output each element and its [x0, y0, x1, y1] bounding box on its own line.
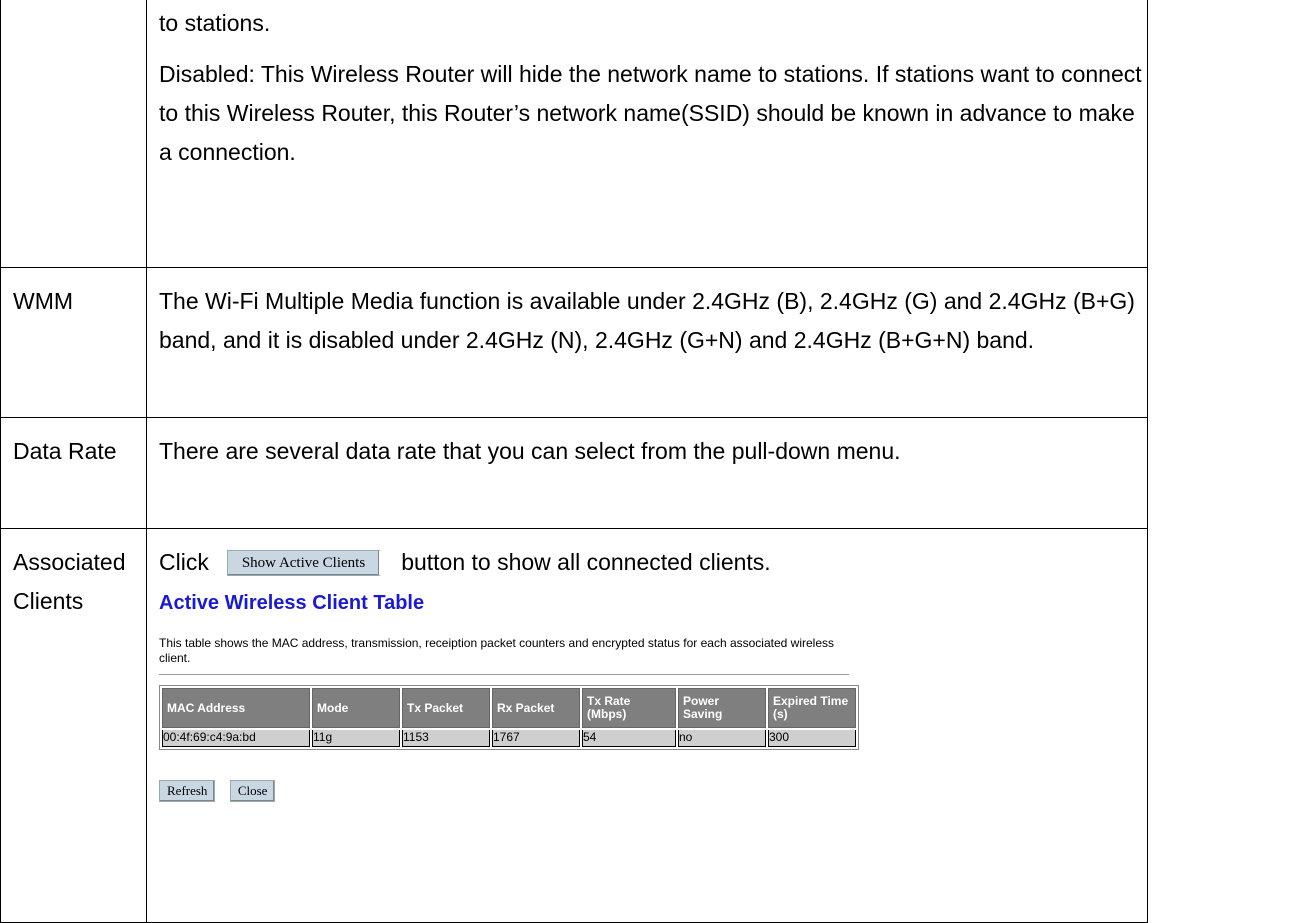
param-name-cell: Data Rate — [0, 417, 147, 529]
tx-rate-cell: 54 — [582, 730, 676, 747]
column-header: Mode — [312, 688, 400, 728]
tx-packet-cell: 1153 — [402, 730, 490, 747]
param-desc-cell: The Wi-Fi Multiple Media function is ava… — [146, 267, 1148, 418]
rx-packet-cell: 1767 — [492, 730, 580, 747]
column-header: Tx Packet — [402, 688, 490, 728]
desc-paragraph: to stations. — [159, 10, 271, 36]
header-row: MAC Address Mode Tx Packet Rx Packet Tx … — [162, 688, 856, 728]
param-desc-cell: There are several data rate that you can… — [146, 417, 1148, 529]
desc-paragraph: Disabled: This Wireless Router will hide… — [159, 61, 1142, 165]
param-description: Click Show Active Clients button to show… — [147, 529, 1147, 807]
table-row: Associated Clients Click Show Active Cli… — [0, 528, 1148, 923]
param-name-cell: Associated Clients — [0, 528, 147, 923]
param-name: WMM — [13, 288, 74, 314]
param-description: to stations. Disabled: This Wireless Rou… — [147, 0, 1147, 172]
desc-paragraph: There are several data rate that you can… — [159, 438, 901, 464]
param-name: Data Rate — [13, 438, 117, 464]
power-saving-cell: no — [678, 730, 766, 747]
expired-time-cell: 300 — [768, 730, 856, 747]
param-desc-cell: Click Show Active Clients button to show… — [146, 528, 1148, 923]
mac-address-cell: 00:4f:69:c4:9a:bd — [162, 730, 310, 747]
column-header: Power Saving — [678, 688, 766, 728]
client-table-screenshot: Active Wireless Client Table This table … — [159, 590, 1147, 807]
table-row: Data Rate There are several data rate th… — [0, 417, 1148, 529]
param-description: There are several data rate that you can… — [147, 418, 1147, 471]
column-header: Expired Time (s) — [768, 688, 856, 728]
param-name-cell: WMM — [0, 267, 147, 418]
close-button[interactable]: Close — [229, 780, 276, 802]
click-suffix: button to show all connected clients. — [401, 549, 771, 575]
parameter-table: to stations. Disabled: This Wireless Rou… — [0, 0, 1148, 923]
desc-paragraph: The Wi-Fi Multiple Media function is ava… — [159, 288, 1135, 353]
column-header: MAC Address — [162, 688, 310, 728]
click-instruction: Click Show Active Clients button to show… — [159, 543, 1147, 582]
active-client-table: MAC Address Mode Tx Packet Rx Packet Tx … — [159, 685, 859, 750]
table-row: 00:4f:69:c4:9a:bd 11g 1153 1767 54 no 30… — [162, 730, 856, 747]
table-row: WMM The Wi-Fi Multiple Media function is… — [0, 267, 1148, 418]
param-name-cell — [0, 0, 147, 268]
column-header: Tx Rate (Mbps) — [582, 688, 676, 728]
divider — [159, 674, 849, 675]
param-name — [1, 0, 146, 14]
column-header: Rx Packet — [492, 688, 580, 728]
mode-cell: 11g — [312, 730, 400, 747]
click-prefix: Click — [159, 549, 209, 575]
action-buttons: Refresh Close — [159, 768, 1147, 807]
client-table-description: This table shows the MAC address, transm… — [159, 636, 834, 665]
param-name: Associated Clients — [13, 549, 126, 614]
param-desc-cell: to stations. Disabled: This Wireless Rou… — [146, 0, 1148, 268]
param-description: The Wi-Fi Multiple Media function is ava… — [147, 268, 1147, 360]
refresh-button[interactable]: Refresh — [159, 780, 216, 802]
table-row: to stations. Disabled: This Wireless Rou… — [0, 0, 1148, 268]
show-active-clients-button[interactable]: Show Active Clients — [226, 549, 382, 576]
client-table-title: Active Wireless Client Table — [159, 592, 425, 614]
